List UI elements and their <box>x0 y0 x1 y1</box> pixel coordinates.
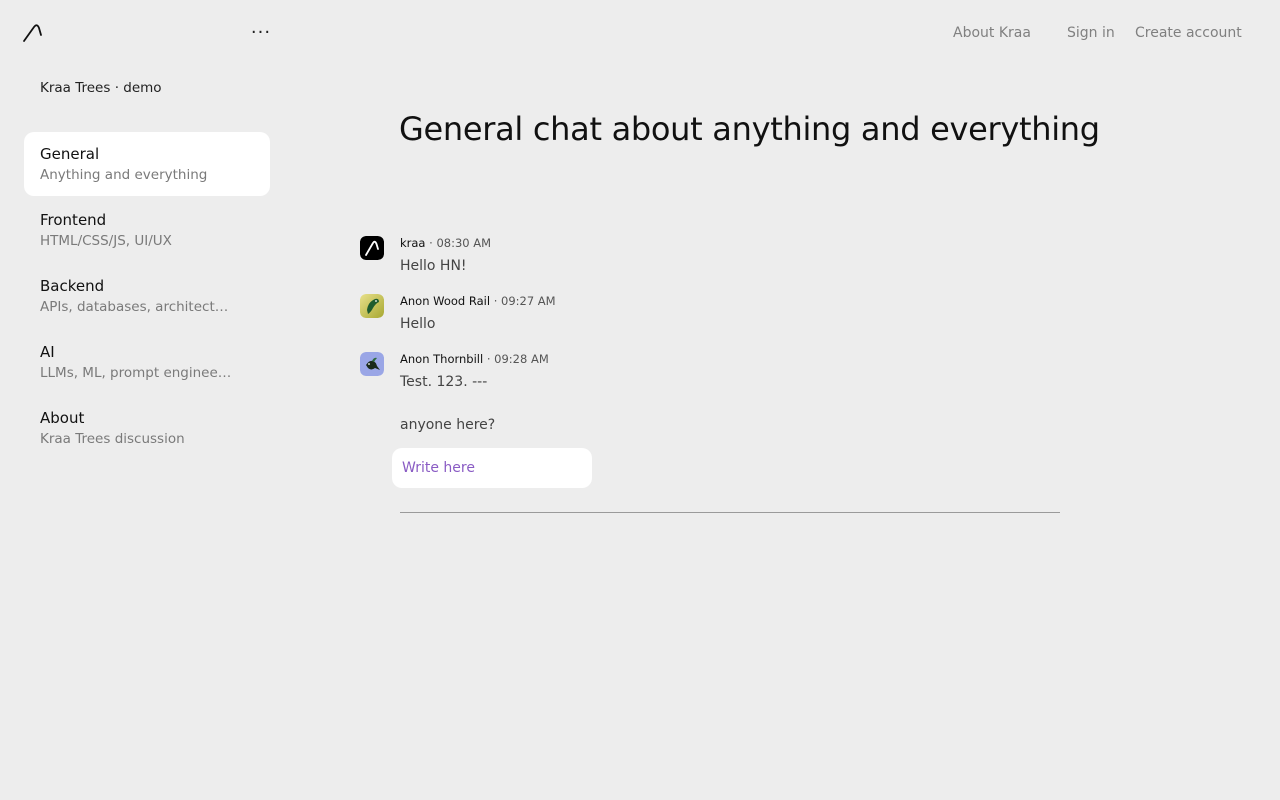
sidebar-item-frontend[interactable]: Frontend HTML/CSS/JS, UI/UX <box>24 198 270 262</box>
message-header: Anon Wood Rail · 09:27 AM <box>400 294 556 308</box>
channel-name: About <box>40 409 85 427</box>
message-author[interactable]: Anon Wood Rail <box>400 294 490 308</box>
bird-avatar-icon[interactable] <box>360 294 384 318</box>
sidebar-item-general[interactable]: General Anything and everything <box>24 132 270 196</box>
message-header: Anon Thornbill · 09:28 AM <box>400 352 549 366</box>
message-text: anyone here? <box>400 417 496 433</box>
sign-in-link[interactable]: Sign in <box>1067 25 1115 41</box>
top-bar: ··· About Kraa Sign in Create account <box>0 0 1280 64</box>
message-text: Hello <box>400 316 436 332</box>
message-text: Hello HN! <box>400 258 467 274</box>
divider <box>400 512 1060 513</box>
sidebar-item-ai[interactable]: AI LLMs, ML, prompt engineering <box>24 330 270 394</box>
message-text: Test. 123. --- <box>400 374 488 390</box>
sidebar-item-about[interactable]: About Kraa Trees discussion <box>24 396 270 460</box>
message-time: 09:27 AM <box>501 294 556 308</box>
channel-description: LLMs, ML, prompt engineering <box>40 365 232 381</box>
create-account-link[interactable]: Create account <box>1135 25 1242 41</box>
message-author[interactable]: Anon Thornbill <box>400 352 483 366</box>
message-time: 08:30 AM <box>436 236 492 250</box>
channel-list: General Anything and everything Frontend… <box>24 132 270 462</box>
message-header: kraa · 08:30 AM <box>400 236 491 250</box>
more-menu-icon[interactable]: ··· <box>246 20 276 44</box>
workspace-title[interactable]: Kraa Trees · demo <box>40 80 162 96</box>
separator: · <box>486 352 491 366</box>
separator: · <box>429 236 433 250</box>
message-time: 09:28 AM <box>494 352 549 366</box>
bird-avatar-icon[interactable] <box>360 352 384 376</box>
channel-name: Backend <box>40 277 105 295</box>
kraa-logo-icon[interactable] <box>22 22 44 44</box>
about-kraa-link[interactable]: About Kraa <box>953 25 1031 41</box>
sidebar-item-backend[interactable]: Backend APIs, databases, architecture <box>24 264 270 328</box>
kraa-logo-icon[interactable] <box>360 236 384 260</box>
channel-name: General <box>40 145 100 163</box>
message-author[interactable]: kraa <box>400 236 425 250</box>
channel-description: APIs, databases, architecture <box>40 299 232 315</box>
channel-description: Anything and everything <box>40 167 208 183</box>
separator: · <box>493 294 498 308</box>
channel-name: Frontend <box>40 211 107 229</box>
channel-description: HTML/CSS/JS, UI/UX <box>40 233 172 249</box>
page-title: General chat about anything and everythi… <box>399 110 1100 148</box>
channel-description: Kraa Trees discussion <box>40 431 185 447</box>
channel-name: AI <box>40 343 55 361</box>
message-input[interactable] <box>392 448 592 488</box>
